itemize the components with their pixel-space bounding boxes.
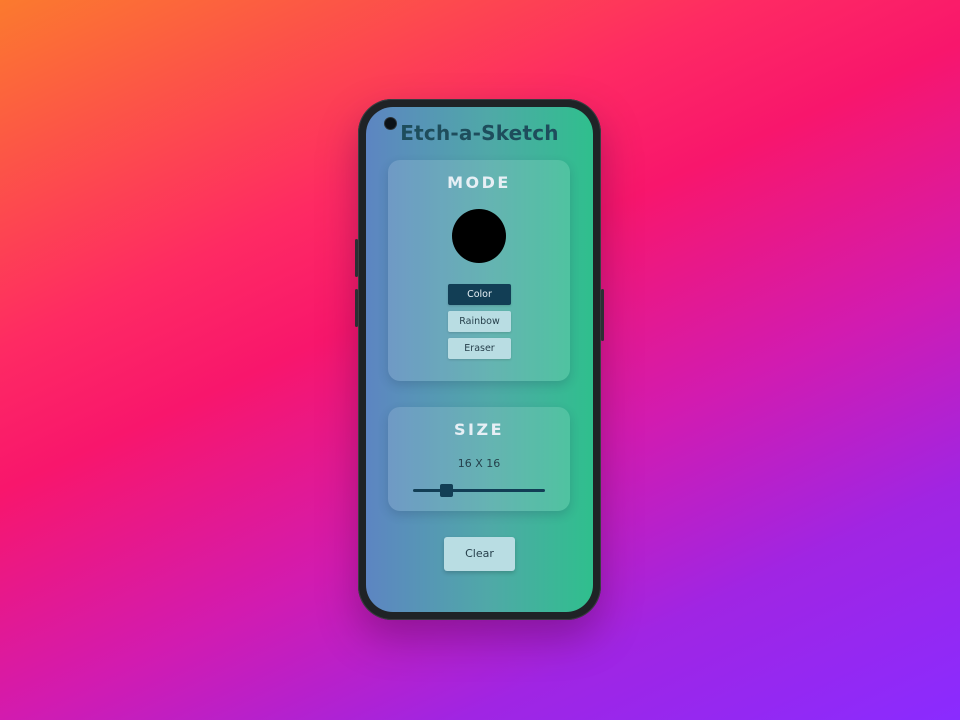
phone-power-button <box>601 289 604 341</box>
mode-heading: MODE <box>447 173 511 192</box>
eraser-mode-button[interactable]: Eraser <box>448 338 511 359</box>
size-panel: SIZE 16 X 16 <box>388 407 570 511</box>
size-heading: SIZE <box>453 420 504 439</box>
phone-volume-up-button <box>355 239 358 277</box>
rainbow-mode-button[interactable]: Rainbow <box>448 311 511 332</box>
color-mode-button[interactable]: Color <box>448 284 511 305</box>
phone-volume-down-button <box>355 289 358 327</box>
app-title: Etch-a-Sketch <box>400 121 559 145</box>
grid-size-readout: 16 X 16 <box>457 457 501 470</box>
mode-panel: MODE Color Rainbow Eraser <box>388 160 570 381</box>
app-screen: Etch-a-Sketch MODE Color Rainbow Eraser … <box>366 107 593 612</box>
phone-frame: Etch-a-Sketch MODE Color Rainbow Eraser … <box>355 99 604 620</box>
size-slider-thumb[interactable] <box>440 484 453 497</box>
clear-button[interactable]: Clear <box>444 537 515 571</box>
color-picker-swatch[interactable] <box>452 209 506 263</box>
size-slider-track[interactable] <box>413 489 545 492</box>
